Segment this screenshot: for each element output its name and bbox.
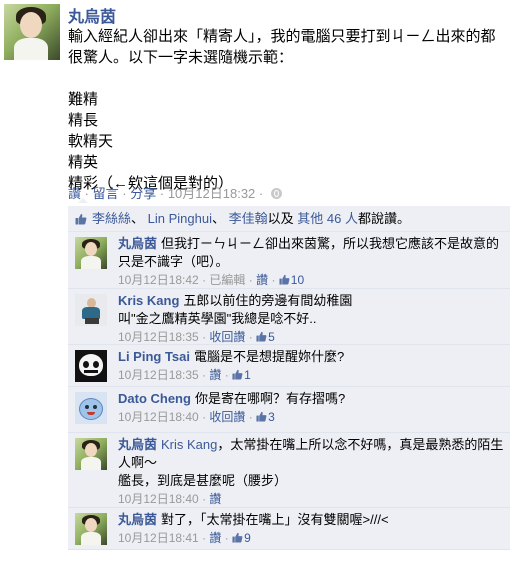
comment-like-count[interactable]: 10 (279, 273, 304, 287)
comment-link[interactable]: 留言 (93, 186, 119, 201)
commenter-name[interactable]: Dato Cheng (118, 391, 191, 406)
comment-like-count[interactable]: 1 (232, 368, 251, 382)
comment-like-link[interactable]: 讚 (209, 368, 221, 382)
commenter-avatar[interactable] (75, 392, 107, 424)
comment-item: 丸烏茵 Kris Kang，太常掛在嘴上所以念不好嗎，真是最熟悉的陌生人啊～ 艦長… (68, 433, 510, 508)
comment-text: 對了，「太常掛在嘴上」沒有雙關喔>///< (161, 512, 389, 527)
commenter-name[interactable]: Li Ping Tsai (118, 349, 190, 364)
ufi-arrow (78, 198, 88, 203)
post-message: 輸入經紀人卻出來「精寄人」，我的電腦只要打到ㄐㄧㄥ出來的都很驚人。以下一字未選隨… (68, 28, 496, 192)
likes-sentence: 李絲絲、 Lin Pinghui、 李佳翰以及 其他 46 人都說讚。 (68, 206, 510, 232)
comment-time[interactable]: 10月12日18:42 (118, 273, 199, 287)
share-link[interactable]: 分享 (130, 186, 156, 201)
comment-meta: 10月12日18:42 · 已編輯 · 讚 · 10 (118, 273, 305, 287)
comment-text: 但我打ㄧㄣㄐㄧㄥ卻出來茵驚，所以我想它應該不是故意的只是不識字（吧）。 (118, 236, 500, 269)
author-avatar[interactable] (4, 4, 60, 60)
thumbs-up-icon (256, 331, 267, 342)
comment-meta: 10月12日18:40 · 收回讚 · 3 (118, 410, 275, 424)
comment-like-link[interactable]: 讚 (256, 273, 268, 287)
comment-edited[interactable]: 已編輯 (209, 273, 245, 287)
comment-unlike-link[interactable]: 收回讚 (209, 410, 245, 424)
comment-item: Dato Cheng 你是寄在哪啊？有存摺嗎? 10月12日18:40 · 收回讚… (68, 387, 510, 433)
likes-others-link[interactable]: 其他 46 人 (297, 211, 358, 226)
feedback-section: 李絲絲、 Lin Pinghui、 李佳翰以及 其他 46 人都說讚。 丸烏茵但… (68, 198, 510, 550)
commenter-name[interactable]: Kris Kang (118, 293, 179, 308)
comment-item: 丸烏茵 對了，「太常掛在嘴上」沒有雙關喔>///< 10月12日18:41 · 讚… (68, 508, 510, 550)
comment-time[interactable]: 10月12日18:41 (118, 531, 199, 545)
comment-like-count[interactable]: 9 (232, 531, 251, 545)
comment-time[interactable]: 10月12日18:35 (118, 368, 199, 382)
liker-3[interactable]: 李佳翰 (229, 211, 268, 226)
thumbs-up-icon (232, 369, 243, 380)
liker-2[interactable]: Lin Pinghui (148, 211, 212, 226)
comment-item: Kris Kang 五郎以前住的旁邊有間幼稚園 叫"金之鷹精英學園"我總是唸不好.… (68, 289, 510, 345)
commenter-name[interactable]: 丸烏茵 (118, 437, 157, 452)
commenter-avatar[interactable] (75, 237, 107, 269)
commenter-name[interactable]: 丸烏茵 (118, 512, 157, 527)
thumbs-up-icon (256, 411, 267, 422)
comment-unlike-link[interactable]: 收回讚 (209, 330, 245, 344)
comment-like-count[interactable]: 3 (256, 410, 275, 424)
comment-text: 你是寄在哪啊？有存摺嗎? (194, 391, 346, 406)
comment-meta: 10月12日18:40 · 讚 (118, 492, 222, 506)
post-actions: 讚 · 留言 · 分享 · 10月12日18:32 · (68, 183, 282, 202)
thumbs-up-icon (75, 213, 87, 225)
commenter-name[interactable]: 丸烏茵 (118, 236, 157, 251)
globe-icon[interactable] (270, 188, 282, 199)
comment-like-count[interactable]: 5 (256, 330, 275, 344)
post-author-name[interactable]: 丸烏茵 (68, 3, 116, 27)
comment-item: Li Ping Tsai 電腦是不是想提醒妳什麼? 10月12日18:35 · 讚… (68, 345, 510, 387)
comment-time[interactable]: 10月12日18:40 (118, 410, 199, 424)
mention-link[interactable]: Kris Kang (161, 437, 217, 452)
comment-meta: 10月12日18:35 · 讚 · 1 (118, 368, 251, 382)
commenter-avatar[interactable] (75, 350, 107, 382)
comment-meta: 10月12日18:41 · 讚 · 9 (118, 531, 251, 545)
comment-meta: 10月12日18:35 · 收回讚 · 5 (118, 330, 275, 344)
post-timestamp[interactable]: 10月12日18:32 (168, 186, 255, 201)
commenter-avatar[interactable] (75, 294, 107, 326)
commenter-avatar[interactable] (75, 438, 107, 470)
comment-text: 電腦是不是想提醒妳什麼? (194, 349, 345, 364)
comment-time[interactable]: 10月12日18:40 (118, 492, 199, 506)
commenter-avatar[interactable] (75, 513, 107, 545)
comment-item: 丸烏茵 但我打ㄧㄣㄐㄧㄥ卻出來茵驚，所以我想它應該不是故意的只是不識字（吧）。 1… (68, 232, 510, 289)
thumbs-up-icon (232, 532, 243, 543)
comment-like-link[interactable]: 讚 (209, 492, 221, 506)
liker-1[interactable]: 李絲絲 (92, 211, 131, 226)
comment-time[interactable]: 10月12日18:35 (118, 330, 199, 344)
comment-like-link[interactable]: 讚 (209, 531, 221, 545)
thumbs-up-icon (279, 274, 290, 285)
